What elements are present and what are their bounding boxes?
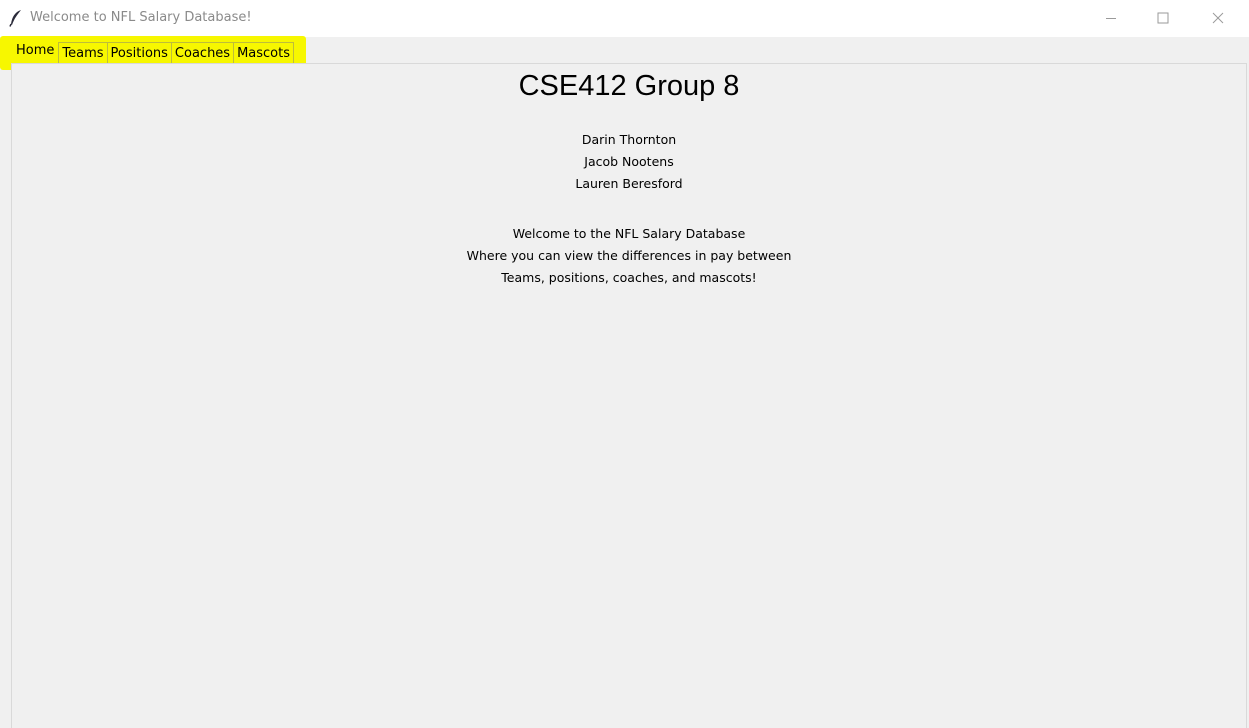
close-button[interactable] bbox=[1195, 0, 1241, 37]
maximize-icon bbox=[1157, 9, 1169, 28]
tab-teams[interactable]: Teams bbox=[58, 42, 108, 64]
tab-mascots[interactable]: Mascots bbox=[233, 42, 295, 64]
minimize-icon bbox=[1105, 9, 1117, 28]
window-title: Welcome to NFL Salary Database! bbox=[30, 10, 252, 25]
maximize-button[interactable] bbox=[1140, 0, 1186, 37]
minimize-button[interactable] bbox=[1088, 0, 1134, 37]
welcome-line: Where you can view the differences in pa… bbox=[466, 248, 792, 263]
member-name: Lauren Beresford bbox=[575, 176, 683, 191]
welcome-line: Welcome to the NFL Salary Database bbox=[512, 226, 746, 241]
feather-icon bbox=[9, 9, 23, 27]
member-name: Jacob Nootens bbox=[584, 154, 674, 169]
member-name: Darin Thornton bbox=[581, 132, 677, 147]
tab-coaches[interactable]: Coaches bbox=[170, 42, 235, 64]
close-icon bbox=[1212, 9, 1224, 28]
home-panel: CSE412 Group 8 Darin Thornton Jacob Noot… bbox=[11, 63, 1247, 728]
notebook-tabs: Home Teams Positions Coaches Mascots bbox=[11, 40, 295, 64]
tab-home[interactable]: Home bbox=[11, 40, 59, 64]
welcome-line: Teams, positions, coaches, and mascots! bbox=[501, 270, 757, 285]
title-bar: Welcome to NFL Salary Database! bbox=[0, 0, 1249, 37]
app-window: Welcome to NFL Salary Database! Home Tea… bbox=[0, 0, 1249, 728]
tab-positions[interactable]: Positions bbox=[106, 42, 172, 64]
page-title: CSE412 Group 8 bbox=[518, 70, 740, 102]
